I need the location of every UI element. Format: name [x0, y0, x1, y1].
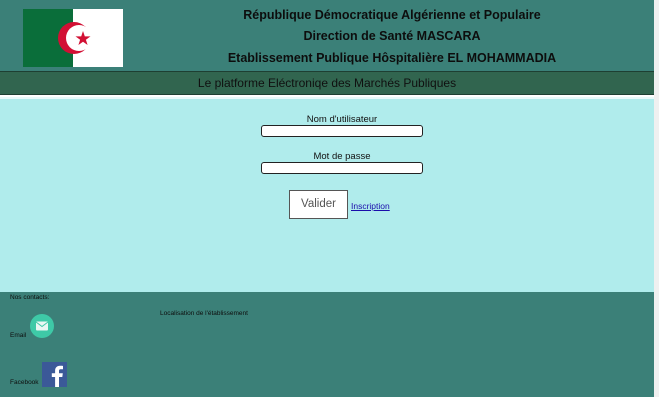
- password-input[interactable]: [261, 162, 423, 174]
- algeria-flag-icon: [23, 9, 123, 67]
- contacts-label: Nos contacts:: [10, 294, 50, 301]
- username-input[interactable]: [261, 125, 423, 137]
- subtitle-bar: Le platforme Eléctroniqe des Marchés Pub…: [0, 71, 654, 95]
- header-title-line3: Etablissement Publique Hôspitalière EL M…: [227, 51, 557, 65]
- facebook-label: Facebook: [10, 379, 39, 386]
- inscription-link[interactable]: Inscription: [351, 201, 390, 211]
- login-panel: Nom d'utilisateur Mot de passe Valider I…: [0, 97, 654, 292]
- password-label: Mot de passe: [313, 151, 371, 162]
- header-title-line2: Direction de Santé MASCARA: [303, 29, 481, 43]
- facebook-icon[interactable]: [42, 362, 67, 387]
- localisation-link[interactable]: Localisation de l'établissement: [160, 310, 248, 317]
- email-icon[interactable]: [30, 314, 54, 338]
- valider-button[interactable]: Valider: [289, 190, 348, 219]
- username-label: Nom d'utilisateur: [306, 114, 378, 125]
- header-title-line1: République Démocratique Algérienne et Po…: [243, 8, 541, 22]
- scrollbar[interactable]: [654, 0, 659, 397]
- footer: Nos contacts: Localisation de l'établiss…: [0, 292, 654, 397]
- header: République Démocratique Algérienne et Po…: [0, 0, 654, 71]
- email-label: Email: [10, 332, 27, 339]
- page: République Démocratique Algérienne et Po…: [0, 0, 654, 397]
